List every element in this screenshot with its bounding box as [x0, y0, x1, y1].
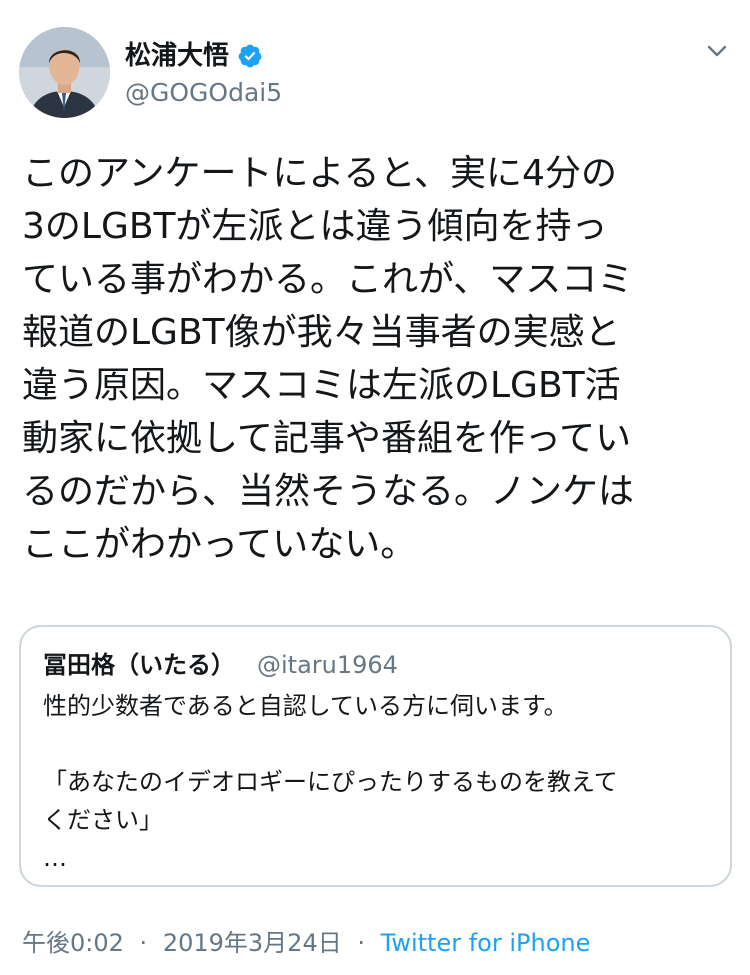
- tweet-detail: 松浦大悟 @GOGOdai5 このアンケートによると、実に4分の 3のLGBTが…: [0, 0, 750, 975]
- tweet-text-line: ここがわかっていない。: [22, 524, 417, 565]
- author-display-name[interactable]: 松浦大悟: [125, 39, 229, 73]
- quoted-author-name: 冨田格（いたる）: [43, 651, 235, 679]
- author-name-row[interactable]: 松浦大悟: [125, 39, 263, 73]
- avatar-image: [19, 27, 110, 118]
- quoted-text-line: 性的少数者であると自認している方に伺います。: [43, 692, 568, 720]
- meta-separator: ·: [357, 929, 365, 957]
- tweet-text-line: 違う原因。マスコミは左派のLGBT活: [22, 365, 621, 406]
- tweet-meta: 午後0:02 · 2019年3月24日 · Twitter for iPhone: [22, 926, 590, 960]
- tweet-text: このアンケートによると、実に4分の 3のLGBTが左派とは違う傾向を持っ ている…: [22, 147, 734, 571]
- tweet-text-line: 報道のLGBT像が我々当事者の実感と: [22, 312, 621, 353]
- tweet-text-line: 動家に依拠して記事や番組を作ってい: [22, 418, 632, 459]
- avatar[interactable]: [19, 27, 110, 118]
- tweet-time[interactable]: 午後0:02: [22, 929, 124, 957]
- chevron-down-icon[interactable]: [704, 38, 730, 64]
- verified-badge-icon: [237, 43, 263, 69]
- tweet-source-link[interactable]: Twitter for iPhone: [381, 929, 591, 957]
- tweet-text-line: 3のLGBTが左派とは違う傾向を持っ: [22, 206, 608, 247]
- quoted-text-blank-line: [43, 725, 713, 763]
- tweet-date[interactable]: 2019年3月24日: [163, 929, 342, 957]
- quoted-tweet-card[interactable]: 冨田格（いたる） @itaru1964 性的少数者であると自認している方に伺いま…: [19, 625, 732, 887]
- meta-separator: ·: [139, 929, 148, 957]
- quoted-text-line: ください」: [43, 806, 163, 834]
- quoted-tweet-header: 冨田格（いたる） @itaru1964: [43, 645, 398, 680]
- quoted-tweet-text: 性的少数者であると自認している方に伺います。 「あなたのイデオロギーにぴったりす…: [43, 687, 713, 877]
- tweet-text-line: ている事がわかる。これが、マスコミ: [22, 259, 634, 300]
- tweet-text-line: るのだから、当然そうなる。ノンケは: [22, 471, 635, 512]
- quoted-text-ellipsis: …: [43, 844, 67, 872]
- author-handle[interactable]: @GOGOdai5: [125, 76, 282, 110]
- quoted-text-line: 「あなたのイデオロギーにぴったりするものを教えて: [43, 768, 618, 796]
- quoted-author-handle: @itaru1964: [257, 651, 398, 679]
- tweet-text-line: このアンケートによると、実に4分の: [22, 153, 617, 194]
